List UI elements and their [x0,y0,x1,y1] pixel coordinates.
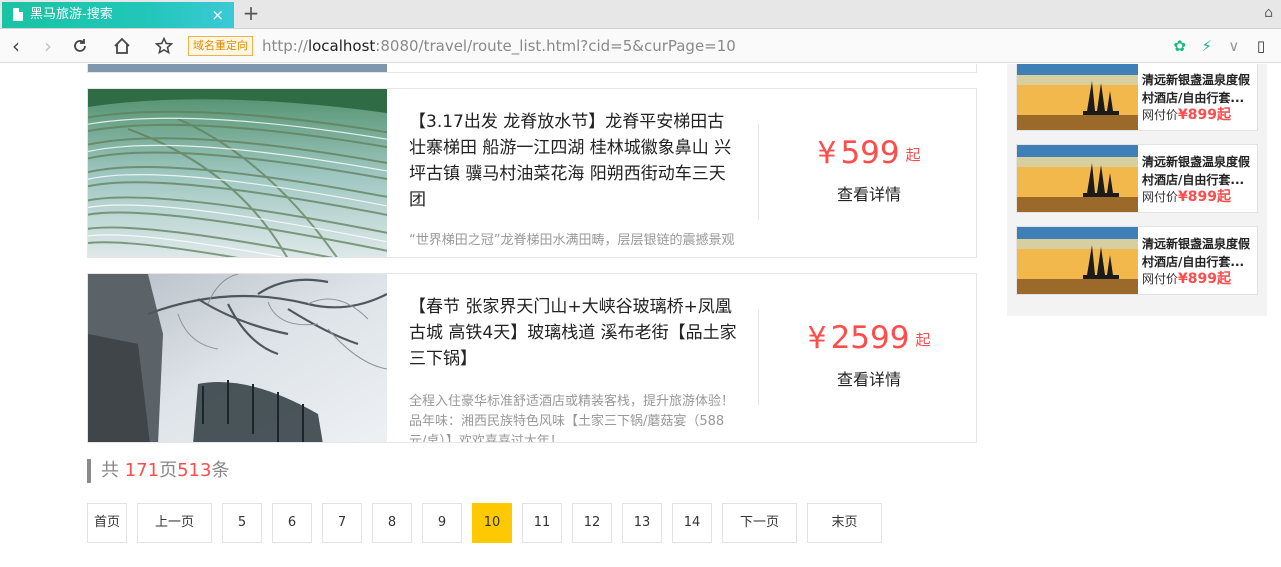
page-button-current[interactable]: 10 [472,503,512,543]
route-image[interactable] [88,64,387,72]
paging-summary: 共 171页513条 [87,459,229,483]
sidebar-item-price: ¥899起 [1178,189,1231,205]
first-page-button[interactable]: 首页 [87,503,127,543]
page-button[interactable]: 5 [222,503,262,543]
page-button[interactable]: 6 [272,503,312,543]
route-title[interactable]: 【3.17出发 龙脊放水节】龙脊平安梯田古壮寨梯田 船游一江四湖 桂林城徽象鼻山… [409,109,739,213]
bookmark-star-icon[interactable] [151,33,177,59]
url-scheme: http:// [262,37,308,55]
sidebar-item-price-line: 网付价¥899起 [1142,188,1231,206]
next-page-button[interactable]: 下一页 [722,503,797,543]
sidebar-item-image[interactable] [1017,227,1138,294]
sidebar-item-price-line: 网付价¥899起 [1142,106,1231,124]
redirect-badge[interactable]: 域名重定向 [188,36,253,56]
route-price: ¥599 起 [760,133,976,175]
price-suffix: 起 [915,331,931,349]
route-card[interactable]: 【3.17出发 龙脊放水节】龙脊平安梯田古壮寨梯田 船游一江四湖 桂林城徽象鼻山… [87,88,977,258]
tab-strip: 黑马旅游-搜索 × + ⌂ [0,0,1281,29]
route-card-partial[interactable] [87,64,977,73]
url-host: localhost [307,37,376,55]
route-description: “世界梯田之冠”龙脊梯田水满田畴，层层银链的震撼景观 [409,233,735,248]
currency-symbol: ¥ [817,136,837,171]
total-records: 513 [177,460,212,481]
paging-prefix: 共 [101,460,119,481]
price-label: 网付价 [1142,108,1179,122]
sidebar-item[interactable]: 清远新银盏温泉度假村酒店/自由行套... 网付价¥899起 [1016,64,1258,131]
address-bar[interactable]: http://localhost:8080/travel/route_list.… [262,36,736,56]
forward-icon[interactable]: › [35,33,61,59]
page-button[interactable]: 9 [422,503,462,543]
page-button[interactable]: 11 [522,503,562,543]
sidebar-item-price-line: 网付价¥899起 [1142,270,1231,288]
sidebar-item-price: ¥899起 [1178,107,1231,123]
toolbar-icons: ✿ ⚡ ∨ ▯ [1168,35,1271,57]
route-description: 全程入住豪华标准舒适酒店或精装客栈，提升旅游体验！品年味：湘西民族特色风味【土家… [409,394,735,442]
sidebar-hot-list: 清远新银盏温泉度假村酒店/自由行套... 网付价¥899起 清远新银盏温泉度假村… [1007,64,1267,316]
back-icon[interactable]: ‹ [3,33,29,59]
card-divider [758,309,759,405]
route-image[interactable] [88,89,387,257]
tab-close-icon[interactable]: × [211,2,224,28]
sidebar-item[interactable]: 清远新银盏温泉度假村酒店/自由行套... 网付价¥899起 [1016,144,1258,213]
sidebar-item[interactable]: 清远新银盏温泉度假村酒店/自由行套... 网付价¥899起 [1016,226,1258,295]
currency-symbol: ¥ [807,321,827,356]
page-button[interactable]: 7 [322,503,362,543]
sidebar-item-image[interactable] [1017,145,1138,212]
card-divider [758,124,759,220]
route-price: ¥2599 起 [760,318,976,360]
lightning-icon[interactable]: ⚡ [1197,35,1217,57]
price-box: ¥599 起 查看详情 [760,133,976,207]
pages-unit: 页 [159,460,178,481]
browser-tab-active[interactable]: 黑马旅游-搜索 × [2,2,234,28]
view-details-link[interactable]: 查看详情 [760,183,976,207]
sidebar-item-price: ¥899起 [1178,271,1231,287]
price-value: 599 [840,135,900,171]
price-suffix: 起 [905,146,921,164]
page-button[interactable]: 12 [572,503,612,543]
route-image[interactable] [88,274,387,442]
price-box: ¥2599 起 查看详情 [760,318,976,392]
total-pages: 171 [124,460,160,481]
sidebar-item-image[interactable] [1017,64,1138,130]
menu-chevron-icon[interactable]: ∨ [1224,35,1244,57]
route-title[interactable]: 【春节 张家界天门山+大峡谷玻璃桥+凤凰古城 高铁4天】玻璃栈道 溪布老街【品土… [409,294,739,372]
route-card[interactable]: 【春节 张家界天门山+大峡谷玻璃桥+凤凰古城 高铁4天】玻璃栈道 溪布老街【品土… [87,273,977,443]
price-label: 网付价 [1142,190,1179,204]
page-viewport: 【3.17出发 龙脊放水节】龙脊平安梯田古壮寨梯田 船游一江四湖 桂林城徽象鼻山… [0,64,1281,567]
new-tab-button[interactable]: + [240,2,262,26]
view-details-link[interactable]: 查看详情 [760,368,976,392]
page-button[interactable]: 8 [372,503,412,543]
sidebar-item-title[interactable]: 清远新银盏温泉度假村酒店/自由行套... [1142,71,1256,107]
sidebar-item-title[interactable]: 清远新银盏温泉度假村酒店/自由行套... [1142,235,1256,271]
browser-toolbar: ‹ › 域名重定向 http://localhost:8080/travel/r… [0,29,1281,63]
reload-icon[interactable] [67,33,93,59]
document-icon [13,8,23,21]
prev-page-button[interactable]: 上一页 [137,503,212,543]
home-icon[interactable] [109,33,135,59]
sidebar-item-title[interactable]: 清远新银盏温泉度假村酒店/自由行套... [1142,153,1256,189]
page-button[interactable]: 14 [672,503,712,543]
extension-icon[interactable]: ✿ [1170,35,1190,57]
tab-title: 黑马旅游-搜索 [30,7,113,22]
price-label: 网付价 [1142,272,1179,286]
url-path: :8080/travel/route_list.html?cid=5&curPa… [375,37,736,55]
last-page-button[interactable]: 末页 [807,503,882,543]
records-unit: 条 [211,460,230,481]
tab-list-icon[interactable]: ⌂ [1264,5,1273,21]
page-button[interactable]: 13 [622,503,662,543]
device-icon[interactable]: ▯ [1251,35,1271,57]
price-value: 2599 [830,320,910,356]
